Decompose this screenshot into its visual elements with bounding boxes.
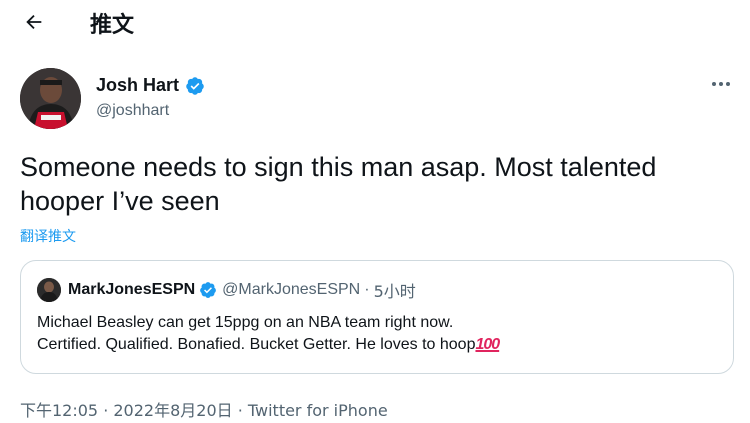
tweet-timestamp[interactable]: 下午12:05 · 2022年8月20日 · Twitter for iPhon… [20,397,388,421]
tweet-text: Someone needs to sign this man asap. Mos… [20,150,730,218]
quoted-time[interactable]: 5小时 [374,278,416,302]
author-name-text: Josh Hart [96,75,180,95]
tweet-text-line: hooper I’ve seen [20,186,220,216]
quoted-tweet-card[interactable]: MarkJonesESPN @MarkJonesESPN · 5小时 Micha… [20,260,734,374]
more-dot-icon [719,82,723,86]
quoted-avatar-image [37,278,61,302]
quoted-text-line: Certified. Qualified. Bonafied. Bucket G… [37,336,476,353]
arrow-left-icon [26,14,42,30]
quoted-text-line: Michael Beasley can get 15ppg on an NBA … [37,314,454,331]
author-handle[interactable]: @joshhart [96,102,169,120]
author-name[interactable]: Josh Hart [96,75,205,96]
quoted-author-handle[interactable]: @MarkJonesESPN [222,281,360,299]
quoted-author-avatar[interactable] [37,278,61,302]
separator-dot: · [364,281,370,298]
translate-tweet-link[interactable]: 翻译推文 [20,226,76,246]
more-options-button[interactable] [706,72,736,96]
quoted-text-line-with-emoji: Certified. Qualified. Bonafied. Bucket G… [37,334,717,356]
author-avatar[interactable] [20,68,81,129]
hundred-points-emoji-icon: 100 [475,336,500,353]
back-button[interactable] [20,8,48,36]
top-bar: 推文 [0,0,750,46]
verified-badge-icon [186,76,204,95]
more-dot-icon [726,82,730,86]
page-title: 推文 [90,13,135,38]
verified-badge-icon [200,282,217,298]
quoted-tweet-header: MarkJonesESPN @MarkJonesESPN · 5小时 [68,278,416,302]
tweet-text-line: Someone needs to sign this man asap. Mos… [20,152,657,182]
avatar-image [20,68,81,129]
quoted-tweet-text: Michael Beasley can get 15ppg on an NBA … [37,312,717,356]
more-dot-icon [712,82,716,86]
quoted-author-name[interactable]: MarkJonesESPN [68,281,195,299]
